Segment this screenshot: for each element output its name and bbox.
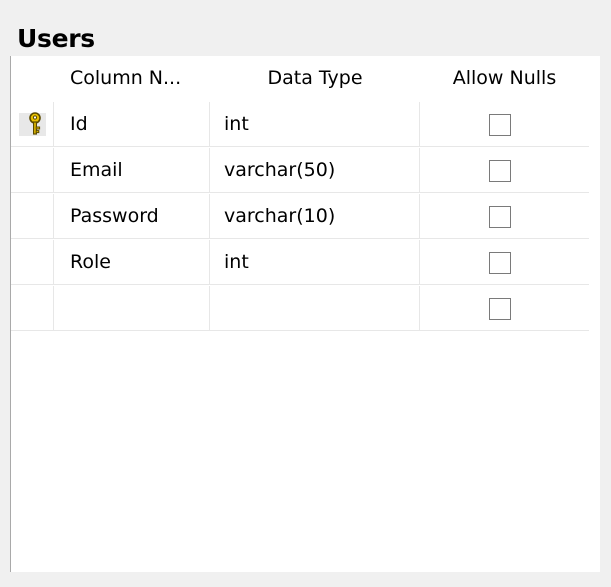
allow-nulls-cell	[420, 286, 589, 331]
key-icon	[29, 112, 41, 135]
row-selector[interactable]	[11, 286, 54, 331]
table-row[interactable]: Id int	[11, 102, 589, 148]
allow-nulls-checkbox[interactable]	[489, 160, 511, 182]
column-name-cell[interactable]: Password	[54, 194, 210, 239]
allow-nulls-checkbox[interactable]	[489, 252, 511, 274]
allow-nulls-checkbox[interactable]	[489, 298, 511, 320]
column-name-cell[interactable]: Role	[54, 240, 210, 285]
row-selector[interactable]	[11, 102, 54, 147]
column-name-cell[interactable]	[54, 286, 210, 331]
row-selector[interactable]	[11, 148, 54, 193]
column-name-header[interactable]: Column N...	[54, 56, 210, 101]
header-row: Column N... Data Type Allow Nulls	[11, 56, 589, 102]
table-row[interactable]: Email varchar(50)	[11, 148, 589, 194]
allow-nulls-cell	[420, 240, 589, 285]
table-row[interactable]: Role int	[11, 240, 589, 286]
new-row[interactable]	[11, 286, 589, 332]
column-name-cell[interactable]: Email	[54, 148, 210, 193]
row-selector[interactable]	[11, 194, 54, 239]
allow-nulls-checkbox[interactable]	[489, 206, 511, 228]
data-type-cell[interactable]	[210, 286, 420, 331]
table-title: Users	[17, 24, 95, 53]
allow-nulls-checkbox[interactable]	[489, 114, 511, 136]
row-selector[interactable]	[11, 240, 54, 285]
data-type-header[interactable]: Data Type	[210, 56, 420, 101]
data-type-cell[interactable]: varchar(10)	[210, 194, 420, 239]
allow-nulls-cell	[420, 148, 589, 193]
data-type-cell[interactable]: int	[210, 102, 420, 147]
allow-nulls-header[interactable]: Allow Nulls	[420, 56, 589, 101]
allow-nulls-cell	[420, 194, 589, 239]
column-name-cell[interactable]: Id	[54, 102, 210, 147]
data-type-cell[interactable]: varchar(50)	[210, 148, 420, 193]
columns-grid: Column N... Data Type Allow Nulls Id int	[11, 56, 589, 332]
data-type-cell[interactable]: int	[210, 240, 420, 285]
allow-nulls-cell	[420, 102, 589, 147]
table-row[interactable]: Password varchar(10)	[11, 194, 589, 240]
table-designer-panel: Column N... Data Type Allow Nulls Id int	[10, 56, 600, 572]
